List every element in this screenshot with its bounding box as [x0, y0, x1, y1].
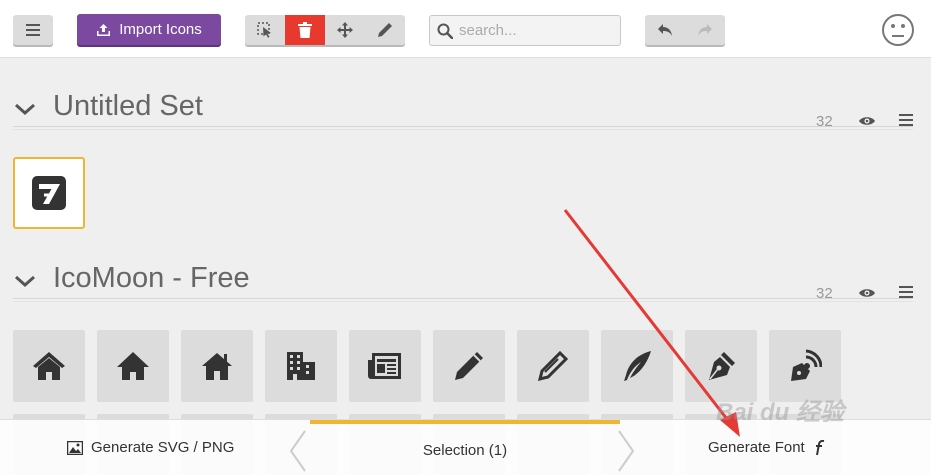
eye-icon[interactable] — [858, 287, 876, 299]
selection-tab[interactable]: Selection (1) — [310, 420, 620, 475]
set-title: Untitled Set — [53, 90, 203, 122]
chevron-left-icon — [289, 430, 306, 472]
undo-icon — [658, 24, 672, 36]
upload-icon — [97, 23, 111, 36]
newspaper-icon — [368, 353, 401, 379]
select-cursor-icon — [257, 22, 271, 38]
hamburger-icon[interactable] — [899, 286, 913, 298]
set-header-untitled[interactable]: Untitled Set 32 — [13, 87, 913, 130]
selected-glyph[interactable] — [13, 157, 85, 229]
image-icon — [67, 440, 83, 455]
home-icon — [202, 353, 232, 380]
set-header-icomoon[interactable]: IcoMoon - Free 32 — [13, 259, 913, 302]
undo-button[interactable] — [645, 15, 685, 45]
smiley-icon[interactable] — [881, 13, 915, 47]
import-icons-label: Import Icons — [119, 21, 202, 38]
pencil-icon — [378, 23, 392, 37]
bottom-bar: Generate SVG / PNG Selection (1) Generat… — [0, 419, 931, 475]
glyph-newspaper[interactable] — [349, 330, 421, 402]
select-tool-button[interactable] — [245, 15, 285, 45]
home-icon — [117, 352, 149, 380]
glyph-pencil[interactable] — [433, 330, 505, 402]
tool-group — [245, 15, 405, 45]
redo-icon — [698, 24, 712, 36]
generate-svg-png-button[interactable]: Generate SVG / PNG — [67, 439, 234, 456]
import-icons-button[interactable]: Import Icons — [77, 14, 221, 45]
glyph-home[interactable] — [13, 330, 85, 402]
glyph-home3[interactable] — [181, 330, 253, 402]
home-icon — [33, 352, 65, 380]
edit-tool-button[interactable] — [365, 15, 405, 45]
trash-icon — [298, 22, 312, 38]
glyph-office[interactable] — [265, 330, 337, 402]
generate-font-button[interactable]: Generate Font — [708, 439, 825, 456]
move-tool-button[interactable] — [325, 15, 365, 45]
glyph-quill[interactable] — [601, 330, 673, 402]
redo-button[interactable] — [685, 15, 725, 45]
icomoon-app: Import Icons search... Untitled Set 32 I… — [0, 0, 931, 475]
pencil-outline-icon — [537, 350, 569, 382]
pen-nib-icon — [709, 352, 735, 380]
glyph-pencil2[interactable] — [517, 330, 589, 402]
generate-font-label: Generate Font — [708, 439, 805, 456]
glyph-home2[interactable] — [97, 330, 169, 402]
seven-square-icon — [32, 176, 66, 210]
move-arrows-icon — [337, 22, 353, 38]
font-f-icon — [815, 439, 824, 455]
eye-icon[interactable] — [858, 115, 876, 127]
undo-redo-group — [645, 15, 725, 45]
search-box — [429, 15, 621, 46]
chevron-right-icon — [618, 430, 635, 472]
watermark-logo: Bai du 经验 — [716, 399, 845, 426]
set-title: IcoMoon - Free — [53, 262, 250, 294]
top-toolbar: Import Icons — [0, 0, 931, 58]
menu-button[interactable] — [13, 15, 53, 45]
hamburger-icon[interactable] — [899, 114, 913, 126]
set-grid-size: 32 — [816, 285, 833, 302]
office-building-icon — [287, 352, 315, 380]
generate-svg-png-label: Generate SVG / PNG — [91, 439, 235, 456]
delete-tool-button[interactable] — [285, 15, 325, 45]
hamburger-icon — [26, 24, 40, 36]
set-grid-size: 32 — [816, 113, 833, 130]
search-icon — [437, 23, 453, 39]
blog-pen-icon — [791, 349, 822, 381]
chevron-down-icon[interactable] — [13, 97, 37, 121]
chevron-down-icon[interactable] — [13, 269, 37, 293]
selection-label: Selection (1) — [422, 441, 508, 459]
search-input[interactable] — [459, 22, 609, 39]
quill-icon — [624, 351, 651, 381]
pencil-icon — [455, 352, 483, 380]
